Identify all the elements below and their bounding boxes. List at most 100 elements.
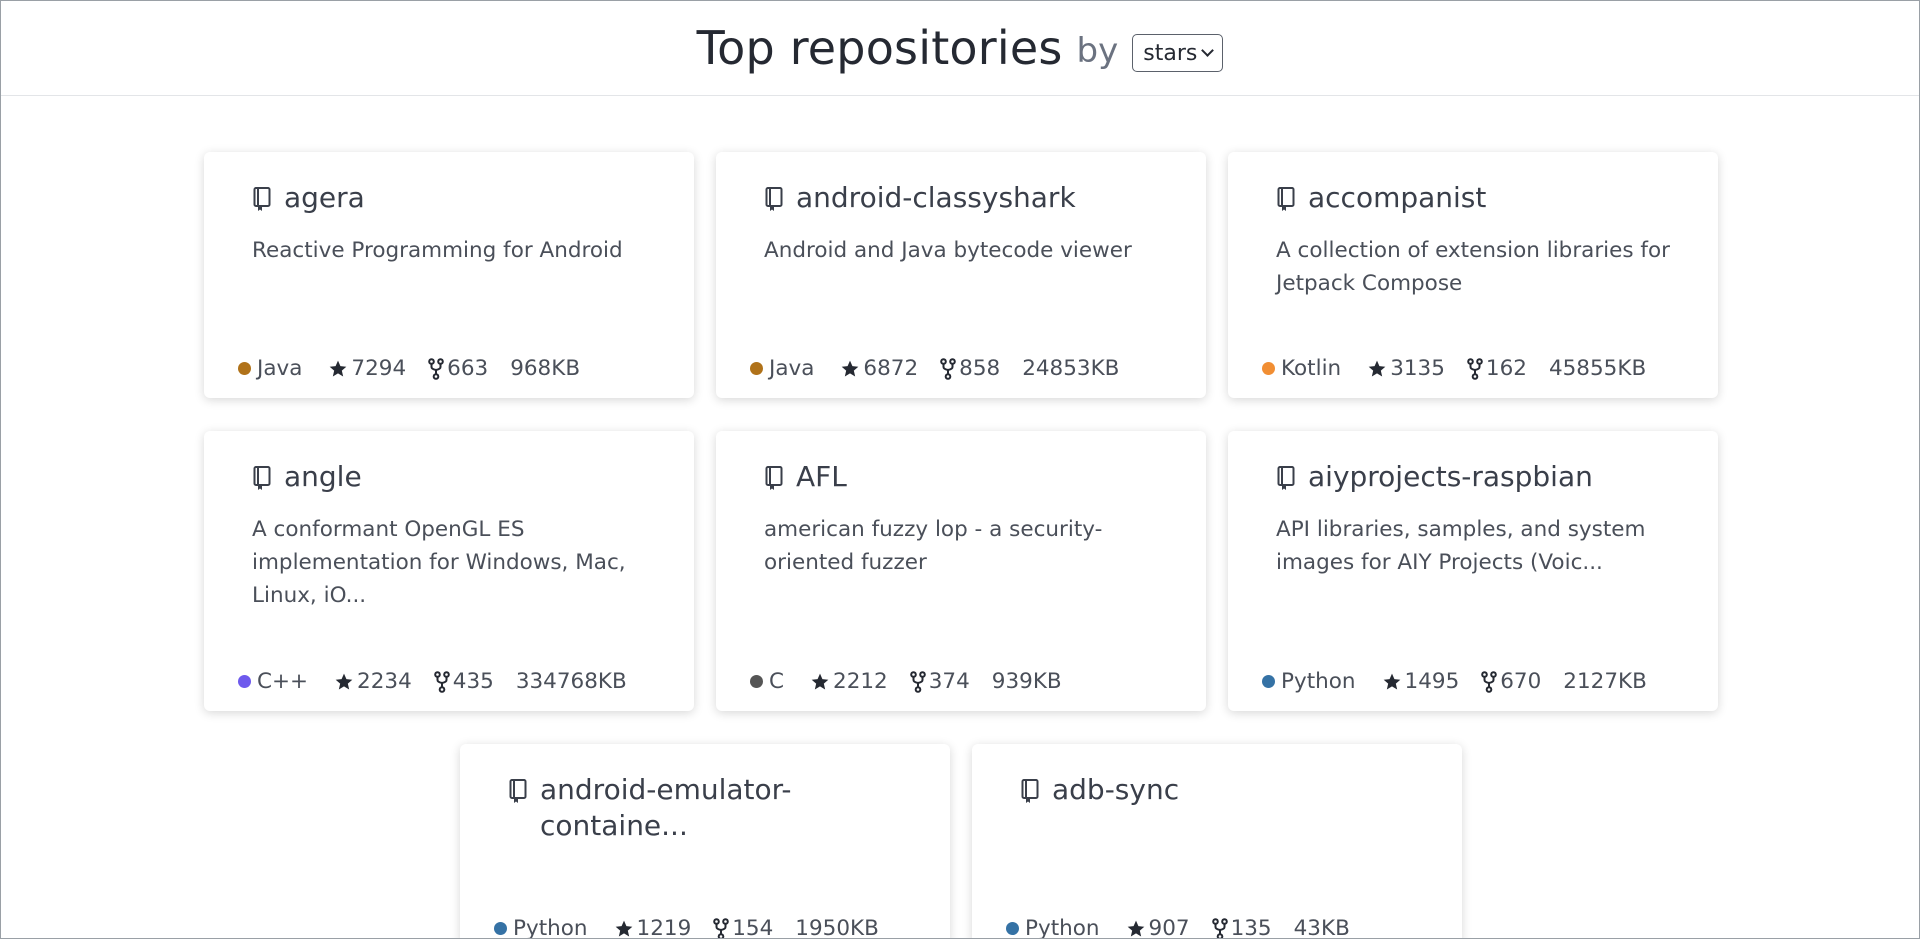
stars-count: 7294 (351, 356, 407, 381)
forks-count: 374 (928, 669, 970, 694)
repo-size: 1950KB (795, 916, 879, 939)
repo-book-icon (764, 465, 786, 491)
repo-row: agera Reactive Programming for Android Jav… (1, 152, 1919, 398)
size-stat: 24853KB (1022, 356, 1119, 381)
fork-icon (940, 357, 956, 380)
repo-name[interactable]: agera (284, 180, 365, 216)
chevron-down-icon (1201, 44, 1215, 57)
repo-name[interactable]: android-emulator-containe... (540, 772, 902, 844)
stars-stat: 3135 (1367, 356, 1445, 381)
repo-name[interactable]: AFL (796, 459, 847, 495)
forks-stat: 154 (713, 916, 774, 939)
language-color-dot (494, 922, 507, 935)
repo-name[interactable]: adb-sync (1052, 772, 1179, 808)
repo-name[interactable]: angle (284, 459, 362, 495)
repo-card[interactable]: android-emulator-containe... Python 1219 15… (460, 744, 950, 939)
repo-book-icon (1276, 465, 1298, 491)
repo-title-line: aiyprojects-raspbian (1276, 459, 1670, 495)
repo-name[interactable]: accompanist (1308, 180, 1486, 216)
repo-language: Kotlin (1281, 356, 1342, 381)
star-icon (334, 672, 354, 692)
repo-language: C (769, 669, 785, 694)
repo-book-icon (1276, 186, 1298, 212)
stars-stat: 907 (1126, 916, 1190, 939)
repo-meta: Java 6872 858 24853KB (750, 356, 1141, 381)
stars-stat: 1495 (1382, 669, 1460, 694)
repo-language: Java (257, 356, 303, 381)
forks-count: 663 (447, 356, 489, 381)
repo-language: Python (1281, 669, 1356, 694)
repo-title-line: agera (252, 180, 646, 216)
fork-icon (1211, 917, 1228, 938)
repo-size: 939KB (991, 669, 1062, 694)
stars-count: 907 (1148, 916, 1190, 939)
repo-book-icon (764, 186, 786, 212)
forks-count: 858 (959, 356, 1001, 381)
repo-name[interactable]: android-classyshark (796, 180, 1076, 216)
repo-description: Android and Java bytecode viewer (764, 238, 1132, 263)
stars-count: 1219 (636, 916, 692, 939)
stars-count: 2212 (833, 669, 888, 694)
repo-language: C++ (257, 669, 309, 694)
repo-book-icon (508, 778, 530, 804)
forks-stat: 135 (1211, 916, 1272, 938)
repo-title-line: AFL (764, 459, 1158, 495)
stars-count: 2234 (357, 669, 412, 694)
repo-card[interactable]: android-classyshark Android and Java byte… (716, 152, 1206, 398)
star-icon (1382, 672, 1402, 692)
repo-size: 968KB (510, 356, 581, 381)
repo-size: 43KB (1293, 916, 1350, 939)
language-color-dot (750, 675, 763, 688)
forks-count: 162 (1485, 356, 1527, 381)
size-stat: 939KB (992, 669, 1062, 694)
stars-count: 3135 (1390, 356, 1445, 381)
repo-card[interactable]: angle A conformant OpenGL ES implementati… (204, 431, 694, 711)
repo-book-icon (252, 186, 274, 212)
repo-language: Python (1025, 916, 1100, 939)
repo-description: A collection of extension libraries for … (1276, 238, 1670, 296)
stars-count: 6872 (863, 356, 919, 381)
repo-meta: Python 1219 154 1950KB (494, 916, 901, 939)
repo-card[interactable]: accompanist A collection of extension lib… (1228, 152, 1718, 398)
forks-stat: 663 (428, 356, 488, 381)
stars-stat: 6872 (840, 356, 918, 381)
stars-count: 1495 (1404, 669, 1460, 694)
sort-select[interactable]: stars (1132, 34, 1224, 72)
star-icon (810, 672, 830, 692)
repo-description: API libraries, samples, and system image… (1276, 517, 1646, 575)
repo-meta: Java 7294 663 968KB (238, 356, 602, 381)
forks-stat: 162 (1467, 356, 1527, 381)
repo-name[interactable]: aiyprojects-raspbian (1308, 459, 1593, 495)
repo-book-icon (252, 465, 274, 491)
repo-card[interactable]: AFL american fuzzy lop - a security-orien… (716, 431, 1206, 711)
by-label: by (1076, 31, 1119, 71)
size-stat: 968KB (510, 356, 580, 381)
repo-title-line: angle (252, 459, 646, 495)
repo-row: angle A conformant OpenGL ES implementati… (1, 431, 1919, 711)
repo-row: android-emulator-containe... Python 1219 15… (1, 744, 1919, 939)
repo-meta: Python 1495 670 2127KB (1262, 669, 1669, 694)
repo-card[interactable]: aiyprojects-raspbian API libraries, sampl… (1228, 431, 1718, 711)
language-color-dot (238, 675, 251, 688)
star-icon (328, 359, 348, 379)
repo-language: Java (769, 356, 815, 381)
repo-card[interactable]: adb-sync Python 907 135 43KB (972, 744, 1462, 939)
repo-meta: Kotlin 3135 162 45855KB (1262, 356, 1668, 381)
star-icon (614, 919, 634, 939)
fork-icon (1467, 357, 1483, 380)
fork-icon (433, 670, 450, 693)
language-color-dot (1262, 362, 1275, 375)
repo-meta: Python 907 135 43KB (1006, 916, 1372, 939)
size-stat: 45855KB (1549, 356, 1646, 381)
repo-title-line: android-emulator-containe... (508, 772, 902, 844)
stars-stat: 7294 (328, 356, 406, 381)
forks-count: 154 (732, 916, 774, 939)
repo-size: 334768KB (515, 669, 627, 694)
stars-stat: 2234 (334, 669, 412, 694)
repo-card[interactable]: agera Reactive Programming for Android Jav… (204, 152, 694, 398)
language-color-dot (1262, 675, 1275, 688)
page-header: Top repositories by stars (1, 1, 1919, 96)
forks-stat: 670 (1481, 669, 1541, 694)
star-icon (1126, 919, 1146, 939)
fork-icon (713, 917, 730, 938)
